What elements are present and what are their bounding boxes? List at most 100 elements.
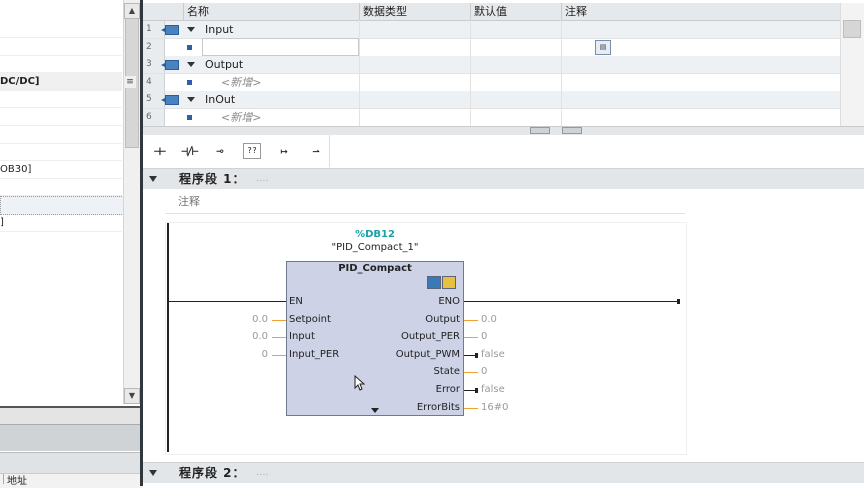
commissioning-icon[interactable] (427, 276, 441, 289)
instance-db-number: %DB12 (355, 229, 395, 240)
coil-button[interactable]: ⊸ (206, 139, 232, 163)
add-new-placeholder[interactable]: <新增> (221, 109, 261, 126)
network-1-comment[interactable]: 注释 (178, 193, 200, 209)
close-branch-button[interactable]: ⇀ (302, 139, 328, 163)
column-comment[interactable]: 注释 (561, 3, 835, 20)
power-rail (167, 223, 169, 452)
ladder-toolbar: ⊣⊢ ⊣/⊢ ⊸ ?? ↦ ⇀ (143, 135, 864, 167)
input-pin-en: EN (289, 296, 303, 307)
interface-splitter[interactable] (143, 126, 864, 135)
interface-section-icon (161, 60, 179, 70)
output-wire (464, 372, 478, 374)
tree-item[interactable] (0, 55, 122, 74)
expand-triangle-icon[interactable] (187, 97, 195, 102)
eno-rung-wire (464, 301, 679, 302)
section-name: InOut (205, 93, 236, 106)
input-wire (272, 319, 286, 321)
output-pin-output_per: Output_PER (400, 331, 460, 343)
column-datatype[interactable]: 数据类型 (359, 3, 471, 20)
interface-section-icon (161, 95, 179, 105)
network-2-header[interactable]: 程序段 2： .... (143, 462, 864, 483)
output-pin-output_pwm: Output_PWM (395, 348, 460, 360)
bullet-icon (187, 114, 192, 120)
no-contact-button[interactable]: ⊣⊢ (146, 139, 172, 163)
output-value[interactable]: 0 (481, 365, 487, 378)
column-name[interactable]: 名称 (183, 3, 361, 20)
output-wire (464, 319, 478, 321)
datatype-dropdown-icon[interactable]: ▤ (595, 40, 611, 55)
input-value[interactable]: 0.0 (228, 330, 268, 343)
tree-item[interactable] (0, 108, 122, 126)
block-interface-table: 名称 数据类型 默认值 注释 1Input2<新增>3Output4<新增>5I… (143, 0, 864, 128)
input-pin-setpoint: Setpoint (289, 313, 331, 325)
tree-item[interactable] (0, 143, 122, 162)
expand-block-icon[interactable] (371, 408, 379, 413)
network-1-header[interactable]: 程序段 1： .... (143, 168, 864, 189)
output-pin-state: State (433, 366, 460, 378)
input-value[interactable]: 0.0 (228, 313, 268, 326)
input-wire (272, 354, 286, 356)
interface-row[interactable]: 5 InOut (143, 91, 840, 109)
interface-row[interactable]: 4 <新增> (143, 73, 840, 92)
row-number: 2 (143, 38, 165, 56)
open-branch-button[interactable]: ↦ (270, 139, 296, 163)
add-new-placeholder[interactable]: <新增> (221, 74, 261, 91)
network-1-title-field[interactable]: .... (256, 169, 269, 189)
output-value[interactable]: false (481, 348, 505, 361)
input-value[interactable]: 0 (228, 348, 268, 361)
scroll-down-icon[interactable]: ▼ (124, 388, 140, 404)
section-name: Input (205, 23, 234, 36)
comment-divider (165, 213, 685, 214)
network-2-title-field[interactable]: .... (256, 463, 269, 483)
interface-scrollbar-thumb[interactable] (843, 20, 861, 38)
instance-db-name[interactable]: "PID_Compact_1" (286, 242, 464, 253)
output-pin-errorbits: ErrorBits (416, 401, 460, 413)
output-pin-error: Error (435, 384, 460, 395)
expand-triangle-icon[interactable] (187, 62, 195, 67)
name-edit-field[interactable] (202, 38, 359, 56)
column-default[interactable]: 默认值 (470, 3, 562, 20)
output-value[interactable]: 0 (481, 330, 487, 343)
row-number: 4 (143, 73, 165, 91)
nc-contact-button[interactable]: ⊣/⊢ (176, 139, 202, 163)
tree-item[interactable] (0, 178, 122, 197)
mouse-pointer-icon (354, 375, 366, 391)
en-rung-wire (169, 301, 286, 302)
empty-box-button[interactable]: ?? (238, 139, 264, 163)
tree-item[interactable]: ] (0, 214, 122, 232)
output-value[interactable]: false (481, 383, 505, 396)
interface-row[interactable]: 3 Output (143, 56, 840, 74)
section-name: Output (205, 58, 244, 71)
output-pin-eno: ENO (438, 296, 460, 307)
output-value[interactable]: 0.0 (481, 313, 497, 326)
output-value[interactable]: 16#0 (481, 401, 508, 414)
tree-item[interactable] (0, 38, 122, 56)
row-number: 6 (143, 108, 165, 126)
tree-item[interactable] (0, 90, 122, 109)
scroll-up-icon[interactable]: ▲ (124, 3, 140, 19)
tree-item[interactable] (0, 126, 122, 144)
tree-item[interactable]: DC/DC] (0, 72, 122, 91)
network-2-title: 程序段 2： (179, 466, 246, 480)
tree-item[interactable] (0, 20, 122, 38)
block-icons (427, 276, 457, 289)
splitter-down-icon[interactable] (562, 127, 582, 134)
splitter-up-icon[interactable] (530, 127, 550, 134)
collapse-network-1-icon[interactable] (149, 176, 157, 182)
interface-row[interactable]: 6 <新增> (143, 108, 840, 127)
tree-item[interactable]: OB30] (0, 161, 122, 179)
empty-box-icon: ?? (243, 143, 261, 159)
interface-row[interactable]: 1 Input (143, 21, 840, 39)
details-view: 地址 (0, 452, 143, 488)
collapse-network-2-icon[interactable] (149, 470, 157, 476)
output-pin-output: Output (425, 313, 460, 325)
expand-triangle-icon[interactable] (187, 27, 195, 32)
tree-item[interactable] (0, 196, 124, 215)
output-wire (464, 337, 478, 339)
block-title: PID_Compact (338, 263, 412, 274)
output-wire (464, 407, 478, 409)
configuration-icon[interactable] (442, 276, 456, 289)
rung-end (677, 299, 680, 304)
interface-header: 名称 数据类型 默认值 注释 (143, 3, 840, 21)
bool-output-tip (475, 388, 478, 393)
